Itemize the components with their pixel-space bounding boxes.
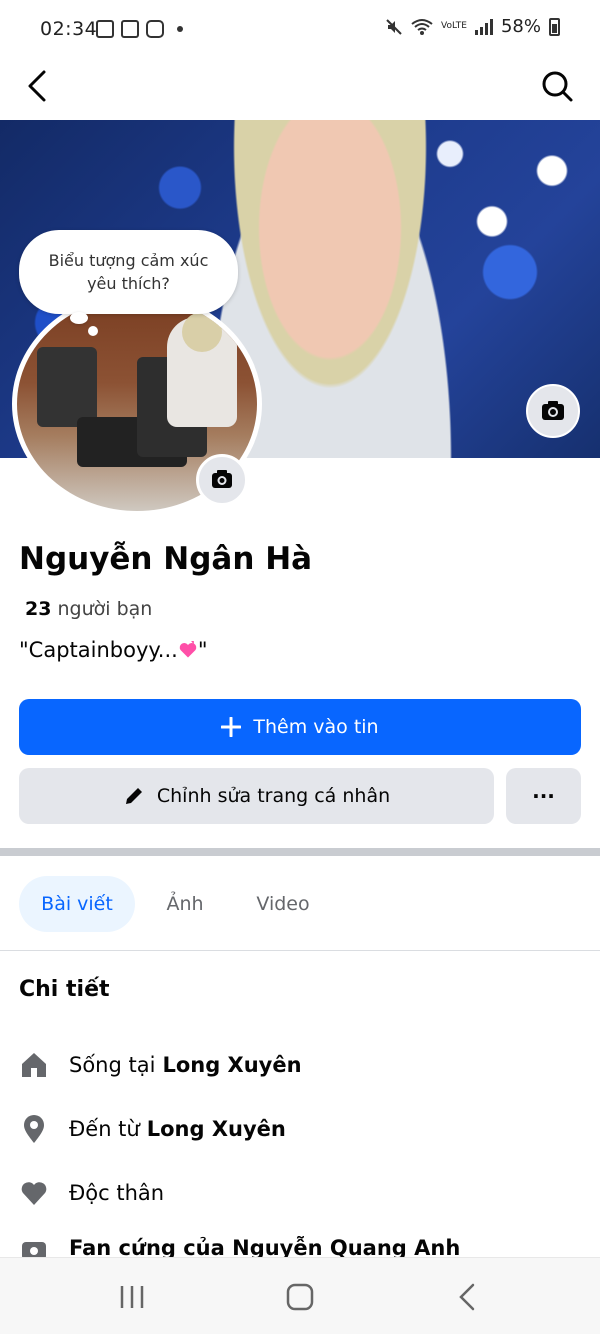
location-pin-icon [19, 1114, 49, 1144]
profile-name: Nguyễn Ngân Hà [19, 541, 313, 577]
system-icons: VoLTE 58% [385, 16, 560, 37]
notification-icons [96, 20, 183, 38]
system-back-icon[interactable] [456, 1283, 480, 1311]
more-notifications-icon [177, 26, 183, 32]
detail-fan: Fan cứng của Nguyễn Quang Anh [19, 1236, 460, 1258]
status-time: 02:34 [40, 18, 98, 40]
friends-number: 23 [25, 598, 52, 620]
detail-relationship: Độc thân [19, 1178, 164, 1208]
bubble-line-2: yêu thích? [87, 274, 170, 293]
gallery-icon [96, 20, 114, 38]
section-divider [0, 848, 600, 856]
tab-videos[interactable]: Video [240, 876, 326, 932]
pencil-icon [123, 785, 145, 807]
more-options-button[interactable]: ··· [506, 768, 581, 824]
detail-lives-in-prefix: Sống tại [69, 1053, 156, 1077]
mute-icon [386, 18, 402, 35]
edit-profile-label: Chỉnh sửa trang cá nhân [156, 785, 391, 807]
status-bar: 02:34 VoLTE 58% [0, 0, 600, 60]
detail-from: Đến từ Long Xuyên [19, 1114, 286, 1144]
battery-percent: 58% [500, 16, 541, 37]
detail-lives-in: Sống tại Long Xuyên [19, 1050, 302, 1080]
badge-icon [19, 1236, 49, 1258]
chevron-left-icon [28, 70, 46, 102]
more-options-icon: ··· [532, 784, 555, 808]
edit-profile-picture-button[interactable] [196, 454, 248, 506]
bio-text-end: " [197, 638, 208, 662]
bubble-line-1: Biểu tượng cảm xúc [48, 251, 209, 270]
add-to-story-label: Thêm vào tin [253, 716, 379, 738]
instagram-icon [146, 20, 164, 38]
recent-apps-icon[interactable] [118, 1284, 146, 1310]
detail-from-value[interactable]: Long Xuyên [147, 1117, 286, 1141]
bio-text: "Captainboyy... [19, 638, 178, 662]
tabs-divider [0, 950, 600, 951]
camera-icon [542, 401, 564, 420]
home-button-icon[interactable] [285, 1283, 315, 1311]
tab-photos-label: Ảnh [166, 893, 204, 915]
shopee-icon [121, 20, 139, 38]
plus-icon [221, 717, 242, 737]
system-navigation-bar [0, 1257, 600, 1334]
tab-photos[interactable]: Ảnh [150, 876, 220, 932]
detail-relationship-text: Độc thân [69, 1181, 165, 1205]
bubble-tail [70, 312, 88, 324]
tab-posts[interactable]: Bài viết [19, 876, 135, 932]
back-button[interactable] [20, 66, 60, 106]
home-icon [19, 1050, 49, 1080]
detail-fan-text[interactable]: Fan cứng của Nguyễn Quang Anh [69, 1236, 460, 1258]
detail-lives-in-value[interactable]: Long Xuyên [162, 1053, 301, 1077]
volte-label: VoLTE [441, 21, 467, 31]
detail-from-prefix: Đến từ [69, 1117, 140, 1141]
favorite-emoji-bubble[interactable]: Biểu tượng cảm xúc yêu thích? [19, 230, 238, 314]
battery-icon [549, 17, 560, 36]
camera-icon [212, 470, 232, 488]
friends-label: người bạn [57, 598, 153, 620]
add-to-story-button[interactable]: Thêm vào tin [19, 699, 581, 755]
search-button[interactable] [536, 66, 580, 106]
signal-icon [474, 18, 493, 35]
profile-bio: "Captainboyy... " [19, 638, 208, 662]
tab-videos-label: Video [256, 893, 310, 915]
edit-cover-button[interactable] [526, 384, 580, 438]
heart-icon [19, 1178, 49, 1208]
details-heading: Chi tiết [19, 977, 110, 1002]
wifi-icon [411, 18, 433, 35]
search-icon [542, 71, 573, 102]
edit-profile-button[interactable]: Chỉnh sửa trang cá nhân [19, 768, 494, 824]
friends-count[interactable]: 23 người bạn [25, 598, 152, 620]
bubble-tail-small [88, 326, 98, 336]
heart-emoji-icon [179, 641, 197, 658]
tab-posts-label: Bài viết [41, 893, 113, 915]
